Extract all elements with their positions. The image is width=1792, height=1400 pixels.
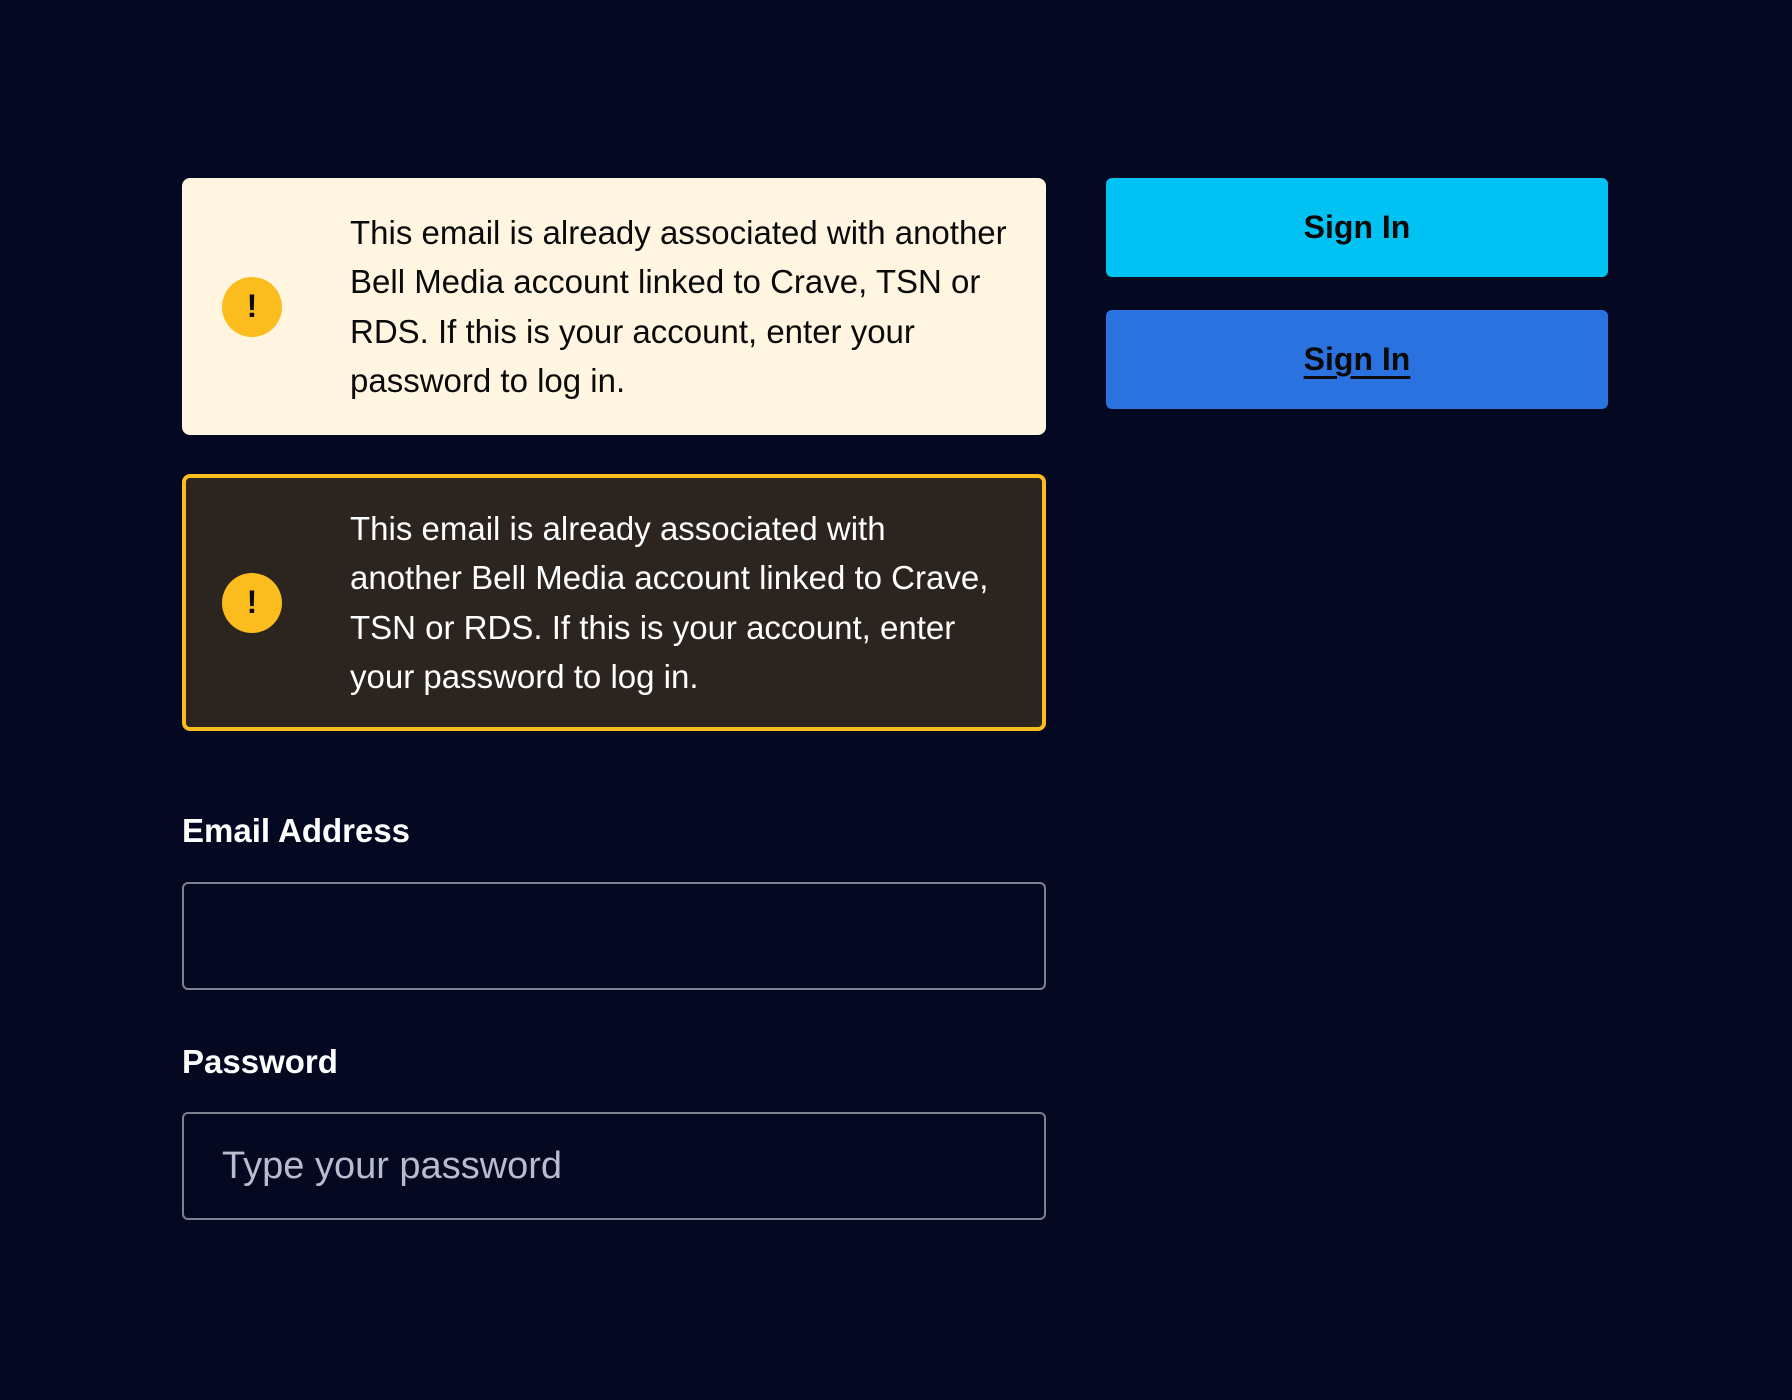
sign-in-button[interactable]: Sign In [1106, 178, 1608, 277]
email-label: Email Address [182, 812, 411, 849]
alert-message: This email is already associated with an… [350, 509, 989, 696]
sign-in-button-hover[interactable]: Sign In [1106, 310, 1608, 409]
alert-message: This email is already associated with an… [350, 213, 1007, 400]
password-label: Password [182, 1043, 338, 1080]
warning-alert-light: ! This email is already associated with … [182, 178, 1046, 435]
password-field[interactable] [182, 1112, 1046, 1220]
exclamation-icon: ! [222, 276, 282, 337]
exclamation-icon: ! [222, 572, 282, 633]
warning-alert-dark: ! This email is already associated with … [182, 474, 1046, 731]
email-field[interactable] [182, 882, 1046, 990]
